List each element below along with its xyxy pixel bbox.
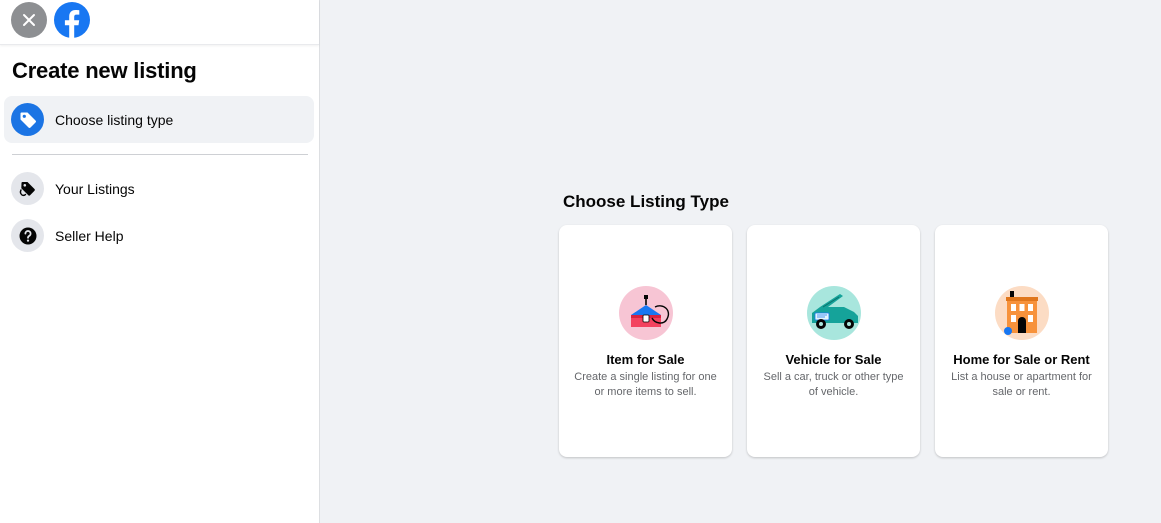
sidebar-item-label: Choose listing type (55, 111, 174, 128)
card-description: List a house or apartment for sale or re… (951, 371, 1092, 398)
card-title: Vehicle for Sale (785, 352, 882, 367)
home-icon (995, 286, 1049, 340)
listing-type-card-item[interactable]: Item for Sale Create a single listing fo… (559, 225, 732, 457)
sidebar-header (0, 0, 319, 45)
card-description: Create a single listing for one or more … (574, 371, 717, 398)
card-title: Item for Sale (606, 352, 685, 367)
sidebar-item-label: Seller Help (55, 227, 124, 244)
close-button[interactable] (11, 2, 47, 38)
divider (12, 154, 308, 155)
close-icon (23, 14, 35, 26)
item-for-sale-icon (619, 286, 673, 340)
section-heading: Choose Listing Type (563, 192, 729, 211)
sidebar-item-label: Your Listings (55, 180, 135, 197)
sidebar-item-your-listings[interactable]: Your Listings (4, 165, 314, 212)
page-title: Create new listing (12, 58, 197, 83)
marketplace-create-listing: Create new listing Choose listing type Y… (0, 0, 1161, 523)
listing-type-card-vehicle[interactable]: Vehicle for Sale Sell a car, truck or ot… (747, 225, 920, 457)
facebook-logo-icon[interactable] (54, 2, 90, 38)
card-title: Home for Sale or Rent (953, 352, 1090, 367)
sidebar-item-choose-listing-type[interactable]: Choose listing type (4, 96, 314, 143)
vehicle-icon (807, 286, 861, 340)
card-description: Sell a car, truck or other type of vehic… (763, 371, 904, 398)
sidebar-item-seller-help[interactable]: Seller Help (4, 212, 314, 259)
listing-type-card-home[interactable]: Home for Sale or Rent List a house or ap… (935, 225, 1108, 457)
question-icon (11, 219, 44, 252)
sidebar: Create new listing Choose listing type Y… (0, 0, 320, 523)
tag-icon (11, 103, 44, 136)
tags-icon (11, 172, 44, 205)
